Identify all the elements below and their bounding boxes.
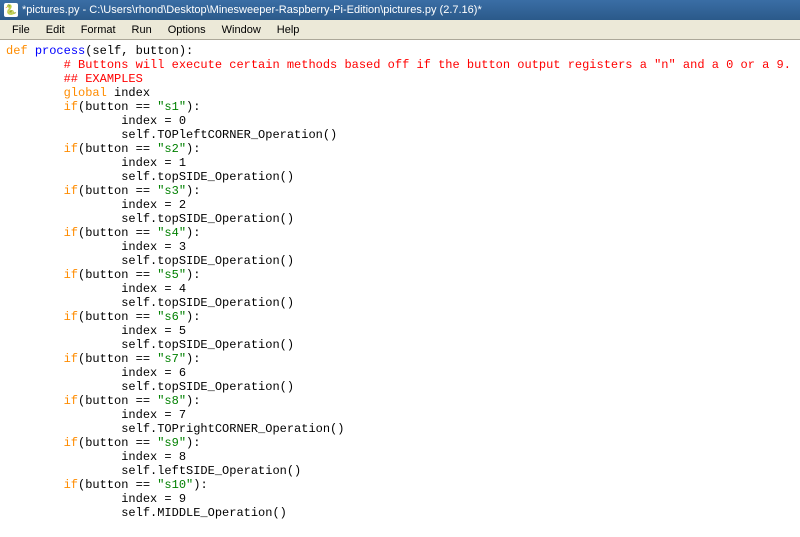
menu-file[interactable]: File <box>4 22 38 38</box>
menu-edit[interactable]: Edit <box>38 22 73 38</box>
window-titlebar: 🐍 *pictures.py - C:\Users\rhond\Desktop\… <box>0 0 800 20</box>
window-title: *pictures.py - C:\Users\rhond\Desktop\Mi… <box>22 4 482 16</box>
menu-help[interactable]: Help <box>269 22 308 38</box>
menu-run[interactable]: Run <box>124 22 160 38</box>
menu-window[interactable]: Window <box>214 22 269 38</box>
python-icon: 🐍 <box>4 3 18 17</box>
menubar: File Edit Format Run Options Window Help <box>0 20 800 40</box>
code-editor[interactable]: def process(self, button): # Buttons wil… <box>0 40 800 537</box>
menu-format[interactable]: Format <box>73 22 124 38</box>
menu-options[interactable]: Options <box>160 22 214 38</box>
